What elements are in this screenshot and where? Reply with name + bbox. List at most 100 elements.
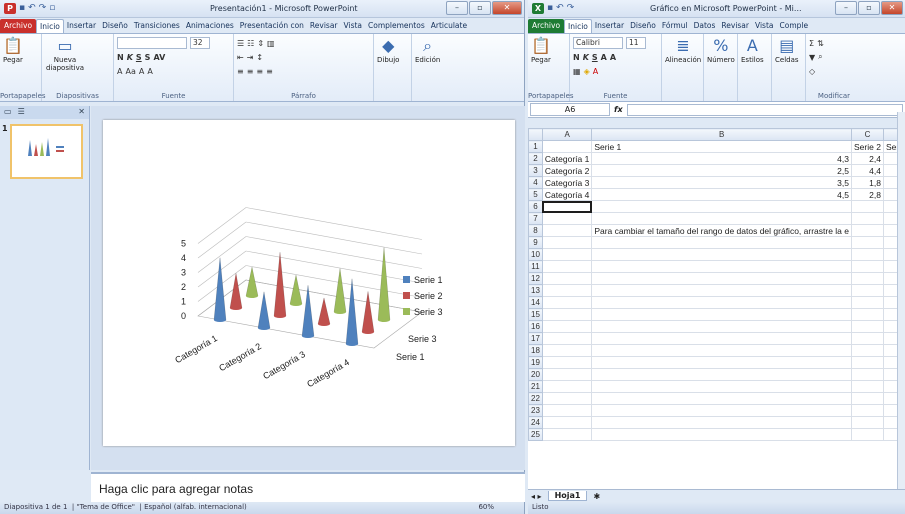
table-cell[interactable]: Serie 2 — [851, 140, 884, 153]
columns-icon[interactable]: ▥ — [267, 39, 275, 48]
close-button[interactable]: ✕ — [881, 1, 903, 15]
table-cell[interactable]: 1,8 — [851, 176, 884, 189]
notes-pane[interactable]: Haga clic para agregar notas — [91, 472, 525, 502]
redo-icon[interactable]: ↷ — [39, 3, 47, 14]
font-color-icon[interactable]: A — [593, 67, 598, 76]
table-cell[interactable] — [541, 236, 593, 249]
tab-insertar[interactable]: Insertar — [64, 19, 99, 33]
underline-button[interactable]: S — [592, 53, 598, 62]
table-cell[interactable]: 2 — [882, 164, 897, 177]
table-cell[interactable] — [591, 272, 852, 285]
row-header[interactable]: 10 — [528, 248, 543, 261]
row-header[interactable]: 8 — [528, 224, 543, 237]
row-header[interactable]: 12 — [528, 272, 543, 285]
alignment-button[interactable]: ≣ Alineación — [665, 36, 701, 64]
table-cell[interactable] — [882, 260, 897, 273]
table-cell[interactable] — [541, 296, 593, 309]
outline-tab-icon[interactable]: ☰ — [18, 107, 25, 118]
close-button[interactable]: ✕ — [492, 1, 522, 15]
minimize-button[interactable]: – — [835, 1, 857, 15]
change-case-button[interactable]: Aa — [125, 67, 135, 76]
decrease-indent-icon[interactable]: ⇤ — [237, 53, 244, 62]
tab-diseno[interactable]: Diseño — [627, 19, 659, 33]
insert-sheet-icon[interactable]: ✱ — [593, 492, 600, 501]
table-cell[interactable]: 2,4 — [851, 152, 884, 165]
row-header[interactable]: 5 — [528, 188, 543, 201]
excel-app-icon[interactable]: X — [532, 3, 544, 14]
slide-canvas[interactable]: 0 1 2 3 4 5 Categoría 1 Categoría 2 Categoría 3C… — [103, 120, 515, 446]
table-cell[interactable] — [591, 296, 852, 309]
table-cell[interactable] — [851, 308, 884, 321]
font-name-select[interactable] — [117, 37, 187, 49]
row-header[interactable]: 2 — [528, 152, 543, 165]
align-left-icon[interactable]: ≡ — [237, 67, 244, 76]
table-cell[interactable] — [882, 284, 897, 297]
vertical-scrollbar[interactable] — [897, 112, 905, 489]
undo-icon[interactable]: ↶ — [28, 3, 36, 14]
table-cell[interactable] — [591, 332, 852, 345]
row-header[interactable]: 25 — [528, 428, 543, 441]
table-cell[interactable]: Categoría 2 — [541, 164, 593, 177]
row-header[interactable]: 14 — [528, 296, 543, 309]
table-cell[interactable] — [541, 368, 593, 381]
table-cell[interactable] — [851, 296, 884, 309]
table-cell[interactable] — [882, 380, 897, 393]
table-cell[interactable]: Categoría 1 — [541, 152, 593, 165]
tab-inicio[interactable]: Inicio — [564, 19, 592, 33]
maximize-button[interactable]: ▫ — [858, 1, 880, 15]
tab-insertar[interactable]: Insertar — [592, 19, 627, 33]
status-language[interactable]: Español (alfab. internacional) — [144, 503, 247, 511]
table-cell[interactable] — [851, 200, 884, 213]
bold-button[interactable]: N — [573, 53, 580, 62]
table-cell[interactable] — [882, 332, 897, 345]
table-cell[interactable] — [882, 212, 897, 225]
font-color-button[interactable]: A — [117, 67, 122, 76]
tab-vista[interactable]: Vista — [341, 19, 366, 33]
table-cell[interactable] — [851, 260, 884, 273]
fill-icon[interactable]: ▼ — [809, 53, 815, 62]
table-cell[interactable] — [851, 248, 884, 261]
table-cell[interactable] — [591, 404, 852, 417]
italic-button[interactable]: K — [583, 53, 589, 62]
table-cell[interactable] — [851, 404, 884, 417]
numbering-icon[interactable]: ☷ — [247, 39, 254, 48]
table-cell[interactable] — [541, 224, 593, 237]
increase-indent-icon[interactable]: ⇥ — [247, 53, 254, 62]
table-cell[interactable] — [882, 200, 897, 213]
row-header[interactable]: 17 — [528, 332, 543, 345]
row-header[interactable]: 16 — [528, 320, 543, 333]
grow-font-button[interactable]: A — [601, 53, 607, 62]
table-cell[interactable] — [541, 428, 593, 441]
tab-revisar[interactable]: Revisar — [718, 19, 752, 33]
table-cell[interactable] — [591, 392, 852, 405]
tab-animaciones[interactable]: Animaciones — [183, 19, 237, 33]
table-cell[interactable] — [851, 320, 884, 333]
table-cell[interactable] — [851, 356, 884, 369]
drawing-button[interactable]: ◆ Dibujo — [377, 36, 399, 64]
save-icon[interactable]: ▪ — [547, 3, 553, 14]
row-header[interactable]: 23 — [528, 404, 543, 417]
table-cell[interactable] — [541, 332, 593, 345]
table-cell[interactable] — [882, 392, 897, 405]
table-cell[interactable] — [541, 260, 593, 273]
table-cell[interactable] — [591, 284, 852, 297]
tab-articulate[interactable]: Articulate — [428, 19, 470, 33]
cells-button[interactable]: ▤ Celdas — [775, 36, 799, 64]
table-cell[interactable] — [882, 344, 897, 357]
table-cell[interactable] — [591, 200, 852, 213]
table-cell[interactable]: Serie 3 — [882, 140, 897, 153]
table-cell[interactable] — [591, 368, 852, 381]
font-size-select[interactable]: 32 — [190, 37, 210, 49]
table-cell[interactable] — [541, 404, 593, 417]
table-cell[interactable] — [851, 428, 884, 441]
tab-datos[interactable]: Datos — [691, 19, 719, 33]
table-cell[interactable] — [882, 356, 897, 369]
table-cell[interactable]: 4,3 — [591, 152, 852, 165]
table-cell[interactable] — [591, 428, 852, 441]
slides-tab-icon[interactable]: ▭ — [4, 107, 12, 118]
formula-input[interactable] — [626, 103, 903, 116]
table-cell[interactable] — [541, 308, 593, 321]
table-cell[interactable] — [591, 248, 852, 261]
table-cell[interactable] — [591, 380, 852, 393]
table-cell[interactable] — [541, 416, 593, 429]
